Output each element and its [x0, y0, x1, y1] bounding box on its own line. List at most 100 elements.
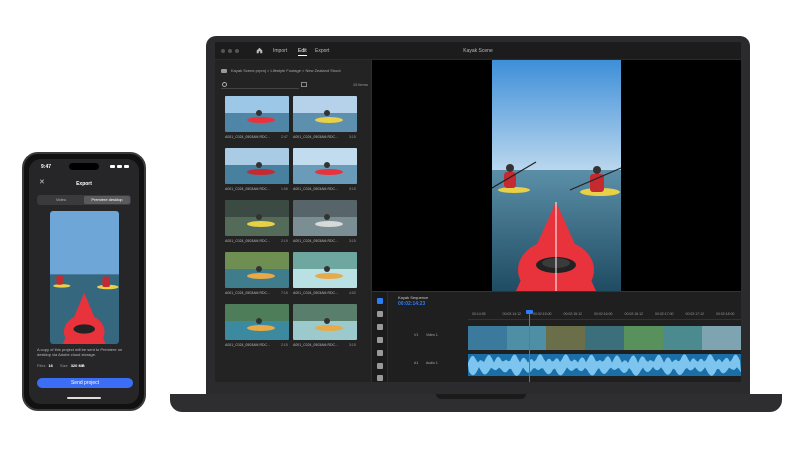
grid-view-icon[interactable]: [301, 82, 307, 87]
export-preview: [50, 211, 119, 344]
clip-preview-image: [225, 148, 289, 184]
pen-tool-icon[interactable]: [377, 363, 383, 369]
video-track-id: V1: [414, 333, 419, 337]
type-tool-icon[interactable]: [377, 375, 383, 381]
dynamic-island: [69, 163, 99, 170]
playhead-timecode[interactable]: 00:02:14:23: [398, 301, 425, 307]
item-count: 15 items: [352, 82, 368, 87]
clip-name: A001_C024_0503AM.RDC...: [225, 187, 270, 191]
slip-tool-icon[interactable]: [377, 350, 383, 356]
clip-name: A001_C024_0503AM.RDC...: [293, 239, 338, 243]
video-clip-strip[interactable]: [468, 326, 741, 350]
clip-thumbnail[interactable]: [293, 304, 357, 340]
timeline-tools: [372, 292, 388, 382]
clip-preview-image: [225, 200, 289, 236]
export-title: Export: [76, 181, 92, 187]
laptop-screen: Import Edit Export Kayak Scene Kayak Sce…: [215, 42, 741, 382]
export-type-segmented-control: Video Premiere desktop: [37, 195, 131, 205]
phone-screen: 9:47 ✕ Export Video Premiere desktop A c…: [29, 159, 139, 404]
ripple-edit-tool-icon[interactable]: [377, 324, 383, 330]
clip-thumbnail[interactable]: [293, 96, 357, 132]
clip-preview-image: [225, 252, 289, 288]
ruler-tick-label: 00:02:14:12: [502, 312, 522, 316]
ruler-tick-label: 00:02:15:12: [563, 312, 583, 316]
send-project-button[interactable]: Send project: [37, 378, 133, 388]
clip-preview-image: [293, 96, 357, 132]
clip-preview-image: [293, 148, 357, 184]
clip-preview-image: [225, 304, 289, 340]
media-browser: Kayak Scene.prproj > Lifestyle Footage >…: [215, 60, 372, 382]
clip-duration: 4:02: [349, 291, 356, 295]
clip-thumbnail[interactable]: [293, 148, 357, 184]
ruler-tick-label: 00:02:16:12: [624, 312, 644, 316]
clip-name: A001_C024_0503AM.RDC...: [293, 187, 338, 191]
clip-thumbnail[interactable]: [225, 148, 289, 184]
clip-name: A001_C024_0503AM.RDC...: [225, 239, 270, 243]
breadcrumb-path[interactable]: Kayak Scene.prproj > Lifestyle Footage >…: [231, 68, 341, 73]
export-description: A copy of this project will be sent to P…: [37, 347, 123, 357]
clip-preview-image: [293, 200, 357, 236]
clip-thumbnail[interactable]: [293, 200, 357, 236]
folder-icon: [221, 68, 227, 73]
sequence-tab[interactable]: Kayak Sequence: [398, 295, 428, 300]
clip-duration: 2:47: [281, 135, 288, 139]
home-indicator[interactable]: [67, 397, 101, 399]
clip-duration: 3:15: [349, 187, 356, 191]
size-value: 320 MB: [70, 363, 85, 368]
app-topbar: Import Edit Export Kayak Scene: [215, 42, 741, 60]
clip-preview-image: [293, 304, 357, 340]
phone: 9:47 ✕ Export Video Premiere desktop A c…: [22, 152, 146, 411]
timeline-panel: Kayak Sequence 00:02:14:23 00:14:05 00:02…: [372, 291, 741, 382]
clip-name: A001_C024_0503AM.RDC...: [225, 343, 270, 347]
ruler-tick-label: 00:14:05: [472, 312, 486, 316]
playhead-line[interactable]: [529, 312, 530, 382]
search-icon: [222, 82, 227, 87]
signal-icon: [110, 165, 115, 168]
size-label: Size: [59, 363, 68, 368]
tab-video[interactable]: Video: [38, 196, 84, 204]
clip-name: A001_C024_0503AM.RDC...: [293, 291, 338, 295]
razor-tool-icon[interactable]: [377, 337, 383, 343]
status-icons: [110, 165, 129, 168]
window-title: Kayak Scene: [463, 48, 493, 54]
kayak-preview-image: [50, 211, 119, 344]
search-row: 15 items: [221, 81, 368, 89]
program-frame: [492, 60, 621, 291]
clip-thumbnail[interactable]: [225, 200, 289, 236]
clip-name: A001_C024_0503AM.RDC...: [293, 135, 338, 139]
laptop-notch: [436, 394, 526, 399]
audio-clip-strip[interactable]: [468, 354, 741, 376]
audio-track-label: Audio 1: [426, 361, 438, 365]
time-ruler[interactable]: 00:14:05 00:02:14:12 00:02:15:00 00:02:15:1…: [468, 312, 741, 320]
track-select-tool-icon[interactable]: [377, 311, 383, 317]
clip-duration: 3:15: [349, 239, 356, 243]
clip-preview-image: [293, 252, 357, 288]
wifi-icon: [117, 165, 122, 168]
clip-name: A001_C024_0503AM.RDC...: [293, 343, 338, 347]
breadcrumb: Kayak Scene.prproj > Lifestyle Footage >…: [221, 68, 341, 73]
clip-thumbnail[interactable]: [225, 304, 289, 340]
audio-track-id: A1: [414, 361, 419, 365]
battery-icon: [124, 165, 129, 168]
clip-thumbnail[interactable]: [225, 96, 289, 132]
ruler-tick-label: 00:02:18:00: [716, 312, 735, 316]
selection-tool-icon[interactable]: [377, 298, 383, 304]
tab-premiere-desktop[interactable]: Premiere desktop: [84, 196, 130, 204]
export-summary: Files 16 Size 320 MB: [37, 363, 85, 368]
clip-duration: 2:19: [281, 239, 288, 243]
clip-thumbnail[interactable]: [293, 252, 357, 288]
audio-waveform: [468, 354, 741, 376]
clip-preview-image: [225, 96, 289, 132]
ruler-tick-label: 00:02:17:00: [655, 312, 674, 316]
search-input[interactable]: [221, 81, 299, 89]
clip-duration: 1:06: [281, 187, 288, 191]
status-time: 9:47: [41, 164, 52, 170]
clip-thumbnail[interactable]: [225, 252, 289, 288]
ruler-tick-label: 00:02:16:00: [594, 312, 613, 316]
files-label: Files: [37, 363, 46, 368]
ruler-tick-label: 00:02:15:00: [533, 312, 552, 316]
clip-duration: 3:15: [349, 135, 356, 139]
clip-duration: 7:15: [281, 291, 288, 295]
program-viewer[interactable]: [372, 60, 741, 291]
clip-duration: 3:15: [349, 343, 356, 347]
